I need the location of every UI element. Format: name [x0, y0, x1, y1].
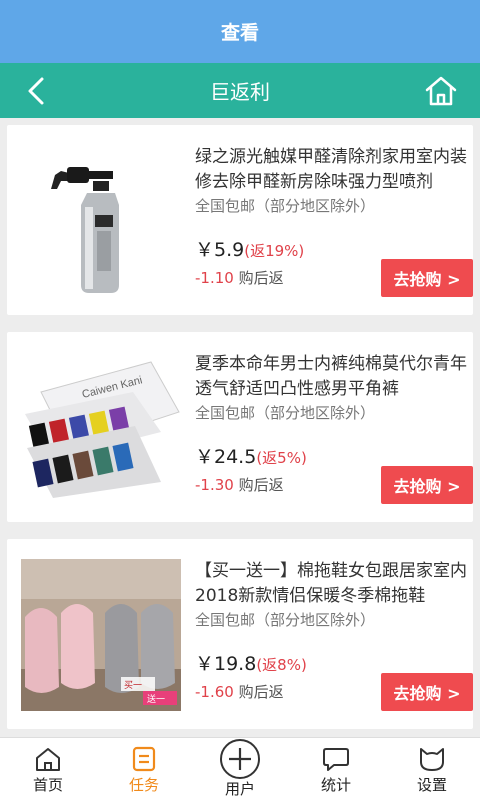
tab-home[interactable]: 首页 [0, 738, 96, 800]
rebate-amount: -1.60 [195, 683, 234, 701]
product-card[interactable]: 绿之源光触媒甲醛清除剂家用室内装修去除甲醛新房除味强力型喷剂 全国包邮（部分地区… [7, 125, 473, 315]
price-line: ￥19.8(返8%) [195, 649, 307, 676]
price: ￥19.8 [195, 653, 257, 675]
buy-button[interactable]: 去抢购 > [381, 673, 473, 711]
tab-stats-label: 统计 [320, 776, 351, 794]
tab-task-label: 任务 [128, 776, 159, 794]
buy-button[interactable]: 去抢购 > [381, 466, 473, 504]
rebate-line: -1.60 购后返 [195, 681, 284, 702]
tab-user-label: 用户 [224, 780, 255, 798]
tab-home-label: 首页 [32, 776, 63, 794]
slipper-promo-text-2: 送一 [147, 693, 165, 704]
shipping-info: 全国包邮（部分地区除外） [195, 611, 376, 629]
nav-title: 巨返利 [210, 80, 270, 104]
tab-settings[interactable]: 设置 [384, 738, 480, 800]
task-icon [132, 746, 156, 772]
shipping-info: 全国包邮（部分地区除外） [195, 197, 376, 215]
chevron-left-icon[interactable] [22, 75, 54, 107]
top-title-bar: 查看 [0, 0, 480, 63]
price: ￥24.5 [195, 446, 257, 468]
top-title: 查看 [220, 22, 259, 44]
slipper-promo-text-1: 买一 [124, 680, 142, 690]
tab-stats[interactable]: 统计 [288, 738, 384, 800]
product-image-slippers[interactable]: 买一 送一 [21, 559, 181, 711]
shipping-info: 全国包邮（部分地区除外） [195, 404, 376, 422]
product-image-underwear-box[interactable]: Caiwen Kani [21, 352, 181, 504]
tab-settings-label: 设置 [416, 776, 447, 794]
tab-user[interactable]: 用户 [192, 738, 288, 800]
product-image-spray-bottle[interactable] [21, 145, 181, 297]
rebate-line: -1.30 购后返 [195, 474, 284, 495]
cat-icon [420, 748, 444, 771]
plus-circle-icon [220, 739, 260, 779]
product-title[interactable]: 绿之源光触媒甲醛清除剂家用室内装修去除甲醛新房除味强力型喷剂 [195, 145, 469, 195]
rebate-text: 购后返 [238, 683, 284, 701]
tab-task[interactable]: 任务 [96, 738, 192, 800]
price: ￥5.9 [195, 239, 245, 261]
product-title[interactable]: 夏季本命年男士内裤纯棉莫代尔青年透气舒适凹凸性感男平角裤 [195, 352, 469, 402]
nav-bar: 巨返利 [0, 63, 480, 118]
bottom-tab-bar: 首页 任务 用户 统计 设置 [0, 737, 480, 800]
rebate-line: -1.10 购后返 [195, 267, 284, 288]
product-card[interactable]: Caiwen Kani 夏季本命年男士内裤纯棉莫代尔青年透气舒适凹凸性感男平角裤… [7, 332, 473, 522]
rebate-amount: -1.30 [195, 476, 234, 494]
rebate-text: 购后返 [238, 269, 284, 287]
rebate-text: 购后返 [238, 476, 284, 494]
price-line: ￥5.9(返19%) [195, 235, 304, 262]
buy-button[interactable]: 去抢购 > [381, 259, 473, 297]
home-icon[interactable] [424, 75, 458, 107]
product-card[interactable]: 买一 送一 【买一送一】棉拖鞋女包跟居家室内2018新款情侣保暖冬季棉拖鞋 全国… [7, 539, 473, 729]
rebate-amount: -1.10 [195, 269, 234, 287]
chat-bubble-icon [323, 748, 349, 771]
rebate-rate: (返8%) [256, 656, 307, 674]
rebate-rate: (返5%) [256, 449, 307, 467]
product-title[interactable]: 【买一送一】棉拖鞋女包跟居家室内2018新款情侣保暖冬季棉拖鞋 [195, 559, 469, 609]
price-line: ￥24.5(返5%) [195, 442, 307, 469]
rebate-rate: (返19%) [244, 242, 305, 260]
home-icon [36, 748, 60, 771]
